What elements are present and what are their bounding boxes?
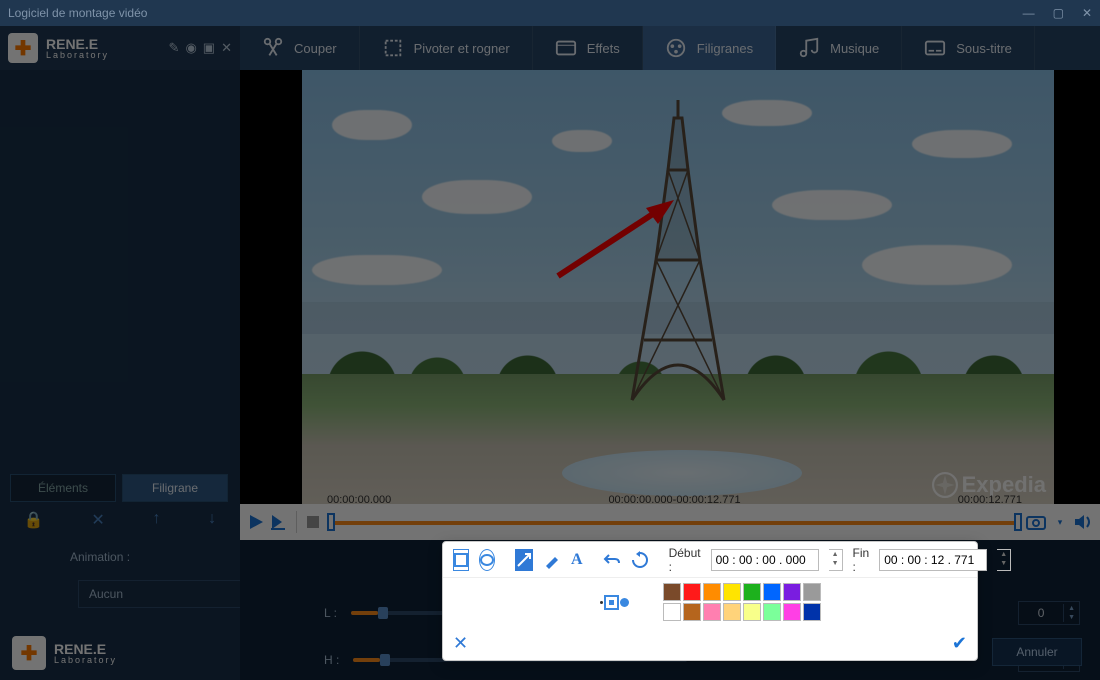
tab-label: Sous-titre: [956, 41, 1012, 56]
drawing-toolbar: A Début : ▲▼ Fin : ▲▼ ✕ ✔: [442, 541, 978, 661]
timeline-track[interactable]: 00:00:00.000 00:00:00.000-00:00:12.771 0…: [327, 510, 1022, 534]
palette-color[interactable]: [763, 603, 781, 621]
tab-sous-titre[interactable]: Sous-titre: [902, 26, 1035, 70]
width-spin[interactable]: ▲▼: [1018, 601, 1080, 625]
start-input[interactable]: [711, 549, 819, 571]
left-panel: Éléments Filigrane 🔒 ✕ ↑ ↓ Animation : A…: [0, 70, 240, 680]
undo-icon[interactable]: [603, 549, 621, 571]
width-label: L :: [324, 606, 343, 620]
seg-filigrane[interactable]: Filigrane: [122, 474, 228, 502]
stroke-size-1[interactable]: [600, 601, 603, 604]
end-label: Fin :: [853, 546, 870, 574]
palette-color[interactable]: [723, 603, 741, 621]
timeline-range: 00:00:00.000-00:00:12.771: [608, 494, 740, 506]
seg-elements[interactable]: Éléments: [10, 474, 116, 502]
palette-color[interactable]: [783, 603, 801, 621]
move-up-icon[interactable]: ↑: [152, 510, 160, 530]
brush-icon[interactable]: ✎: [169, 40, 180, 56]
brand-footer: ✚ RENE.ELaboratory: [12, 636, 117, 670]
shape-brush[interactable]: [543, 549, 561, 571]
tab-effets[interactable]: Effets: [533, 26, 643, 70]
tab-label: Musique: [830, 41, 879, 56]
palette-color[interactable]: [663, 583, 681, 601]
volume-icon[interactable]: [1074, 512, 1094, 532]
color-palette: [663, 583, 821, 621]
palette-color[interactable]: [703, 583, 721, 601]
header: ✚ RENE.ELaboratory ✎ ◉ ▣ ✕ Couper Pivoter…: [0, 26, 1100, 70]
timeline-start: 00:00:00.000: [327, 494, 391, 506]
width-up[interactable]: ▲: [1064, 604, 1079, 613]
tab-label: Filigranes: [697, 41, 753, 56]
palette-color[interactable]: [723, 583, 741, 601]
tab-label: Pivoter et rogner: [414, 41, 510, 56]
palette-color[interactable]: [803, 603, 821, 621]
palette-color[interactable]: [683, 583, 701, 601]
palette-color[interactable]: [683, 603, 701, 621]
shape-rect[interactable]: [453, 549, 469, 571]
width-down[interactable]: ▼: [1064, 613, 1079, 622]
palette-color[interactable]: [663, 603, 681, 621]
tab-label: Effets: [587, 41, 620, 56]
shape-arrow[interactable]: [515, 549, 533, 571]
minimize-button[interactable]: —: [1023, 6, 1035, 20]
trim-start-handle[interactable]: [327, 513, 335, 531]
shape-ellipse[interactable]: [479, 549, 495, 571]
lock-icon[interactable]: 🔒: [24, 510, 44, 530]
stroke-size-3[interactable]: [620, 598, 629, 607]
timeline-strip: 00:00:00.000 00:00:00.000-00:00:12.771 0…: [240, 504, 1100, 540]
palette-color[interactable]: [803, 583, 821, 601]
top-tabs: Couper Pivoter et rogner Effets Filigranes M…: [240, 26, 1100, 70]
palette-color[interactable]: [763, 583, 781, 601]
tab-label: Couper: [294, 41, 337, 56]
close-panel-icon[interactable]: ✕: [221, 40, 232, 56]
reset-icon[interactable]: [631, 549, 649, 571]
height-label: H :: [324, 653, 345, 667]
brand-area: ✚ RENE.ELaboratory ✎ ◉ ▣ ✕: [0, 26, 240, 70]
remove-icon[interactable]: ✕: [91, 510, 104, 530]
close-button[interactable]: ✕: [1082, 6, 1092, 20]
end-input[interactable]: [879, 549, 987, 571]
width-value[interactable]: [1019, 602, 1063, 624]
palette-color[interactable]: [703, 603, 721, 621]
animation-label: Animation :: [70, 550, 130, 564]
tab-pivoter[interactable]: Pivoter et rogner: [360, 26, 533, 70]
stroke-size-2[interactable]: [609, 600, 614, 605]
palette-color[interactable]: [743, 583, 761, 601]
snapshot-menu-icon[interactable]: ▾: [1050, 512, 1070, 532]
popup-cancel-icon[interactable]: ✕: [453, 633, 468, 654]
animation-value: Aucun: [89, 587, 123, 601]
end-up[interactable]: ▲: [997, 550, 1010, 559]
trim-end-handle[interactable]: [1014, 513, 1022, 531]
tab-couper[interactable]: Couper: [240, 26, 360, 70]
end-down[interactable]: ▼: [997, 559, 1010, 568]
step-icon[interactable]: [270, 512, 290, 532]
start-label: Début :: [669, 546, 701, 574]
brand-logo: ✚: [8, 33, 38, 63]
maximize-button[interactable]: ▢: [1053, 6, 1064, 20]
palette-color[interactable]: [743, 603, 761, 621]
start-up[interactable]: ▲: [829, 550, 842, 559]
copy-icon[interactable]: ▣: [203, 40, 215, 56]
titlebar: Logiciel de montage vidéo — ▢ ✕: [0, 0, 1100, 26]
cancel-button[interactable]: Annuler: [992, 638, 1082, 666]
brand-name: RENE.ELaboratory: [46, 37, 109, 60]
move-down-icon[interactable]: ↓: [208, 510, 216, 530]
shape-text[interactable]: A: [571, 549, 583, 571]
video-preview[interactable]: Expedia: [302, 70, 1054, 504]
annotation-arrow: [554, 200, 674, 280]
popup-confirm-icon[interactable]: ✔: [952, 633, 967, 654]
snapshot-icon[interactable]: [1026, 512, 1046, 532]
tab-musique[interactable]: Musique: [776, 26, 902, 70]
eye-icon[interactable]: ◉: [185, 40, 196, 56]
tab-filigranes[interactable]: Filigranes: [643, 26, 776, 70]
palette-color[interactable]: [783, 583, 801, 601]
timeline-end: 00:00:12.771: [958, 494, 1022, 506]
play-icon[interactable]: [246, 512, 266, 532]
app-title: Logiciel de montage vidéo: [8, 6, 1023, 20]
stop-icon[interactable]: [303, 512, 323, 532]
start-down[interactable]: ▼: [829, 559, 842, 568]
